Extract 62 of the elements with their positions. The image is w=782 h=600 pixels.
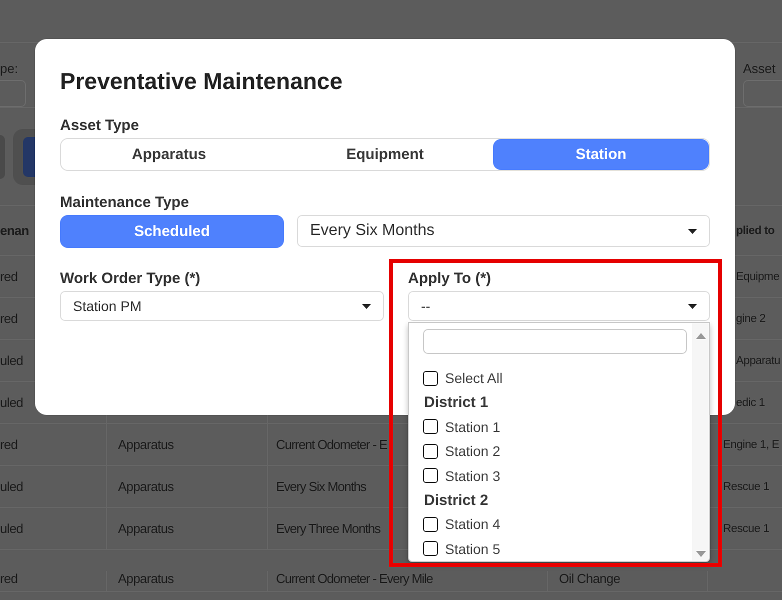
- field-label: Asset Type: [60, 117, 140, 135]
- checkbox[interactable]: [423, 468, 438, 484]
- field-label: Work Order Type (*): [60, 270, 202, 288]
- column-header: enan: [0, 223, 29, 238]
- field-label: Maintenance Type: [60, 194, 190, 212]
- filter-label: Asset: [743, 61, 777, 76]
- scroll-down-icon[interactable]: [696, 551, 706, 557]
- table-cell: edic 1: [736, 396, 765, 408]
- option-label[interactable]: Station 4: [445, 516, 500, 532]
- table-cell: red: [0, 437, 18, 452]
- table-cell: uled: [0, 521, 23, 536]
- table-cell: Every Six Months: [276, 479, 366, 494]
- group-heading: District 2: [423, 492, 488, 509]
- table-cell: Engine 1, E: [723, 438, 780, 450]
- select-field[interactable]: Station PM: [60, 291, 384, 321]
- table-cell: Current Odometer - Every Mile: [276, 571, 433, 586]
- table-cell: Apparatu: [736, 354, 780, 366]
- table-cell: uled: [0, 479, 23, 494]
- table-cell: uled: [0, 395, 23, 410]
- table-cell: Apparatus: [118, 571, 174, 586]
- group-heading: District 1: [423, 394, 488, 411]
- table-cell: red: [0, 571, 18, 586]
- table-cell: Apparatus: [118, 521, 174, 536]
- select-field[interactable]: Every Six Months: [297, 215, 710, 247]
- field-label: Apply To (*): [408, 270, 492, 288]
- toggle-button[interactable]: Scheduled: [60, 215, 284, 248]
- scrollbar[interactable]: [692, 323, 709, 561]
- table-cell: red: [0, 269, 18, 284]
- caret-icon: [688, 228, 697, 234]
- table-cell: Apparatus: [118, 437, 174, 452]
- option-label[interactable]: Station 3: [445, 468, 500, 484]
- table-cell: Equipme: [736, 270, 780, 282]
- segment-tab[interactable]: Apparatus: [61, 139, 277, 170]
- table-cell: uled: [0, 353, 23, 368]
- caret-icon: [688, 304, 697, 308]
- search-field[interactable]: [423, 329, 687, 354]
- table-cell: red: [0, 311, 18, 326]
- checkbox[interactable]: [423, 419, 438, 434]
- column-header: plied to: [736, 224, 774, 236]
- option-label[interactable]: Station 1: [445, 418, 500, 435]
- option-label[interactable]: Select All: [445, 370, 503, 386]
- segment-tab[interactable]: Equipment: [277, 139, 493, 170]
- scroll-up-icon[interactable]: [696, 333, 706, 339]
- option-label[interactable]: Station 5: [445, 540, 500, 557]
- table-cell: Oil Change: [559, 571, 620, 586]
- table-cell: Apparatus: [118, 479, 174, 494]
- checkbox[interactable]: [423, 541, 438, 556]
- checkbox[interactable]: [423, 370, 438, 386]
- filter-label: pe:: [0, 61, 20, 76]
- option-label[interactable]: Station 2: [445, 443, 500, 460]
- table-cell: Every Three Months: [276, 521, 380, 536]
- table-cell: Rescue 1: [723, 480, 770, 492]
- toolbar-button[interactable]: [23, 136, 35, 176]
- table-cell: Current Odometer - E: [276, 437, 387, 452]
- checkbox[interactable]: [423, 516, 438, 532]
- table-cell: Rescue 1: [723, 522, 770, 534]
- select-field[interactable]: --: [408, 291, 710, 321]
- caret-icon: [362, 304, 371, 308]
- dialog-title: Preventative Maintenance: [60, 67, 344, 95]
- checkbox[interactable]: [423, 444, 438, 459]
- segment-tab[interactable]: Station: [493, 139, 709, 170]
- table-cell: gine 2: [736, 312, 766, 324]
